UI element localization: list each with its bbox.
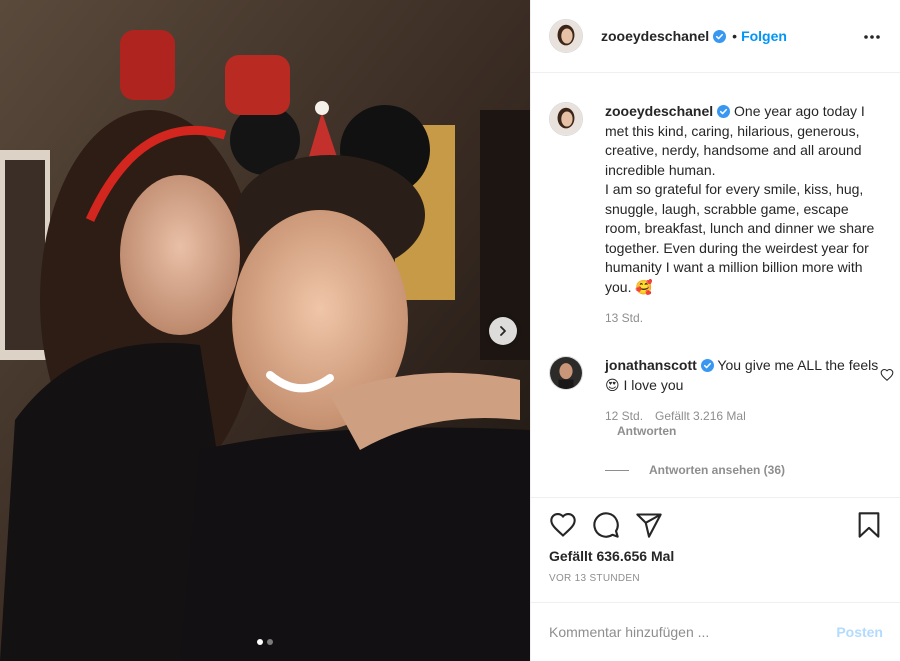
- follow-button[interactable]: Folgen: [741, 28, 787, 44]
- caption-body: zooeydeschanel One year ago today I met …: [605, 102, 879, 326]
- post-header: zooeydeschanel • Folgen: [531, 0, 900, 73]
- bookmark-icon[interactable]: [855, 511, 883, 539]
- comment-body: jonathanscott You give me ALL the feels …: [605, 356, 879, 439]
- instagram-post: zooeydeschanel • Folgen zooeydeschanel O…: [0, 0, 900, 661]
- carousel-dot: [267, 639, 273, 645]
- heart-icon[interactable]: [880, 368, 894, 382]
- more-horizontal-icon[interactable]: [862, 27, 882, 47]
- comment-author[interactable]: jonathanscott: [605, 357, 697, 373]
- avatar[interactable]: [549, 102, 583, 136]
- caption-text-continued: I am so grateful for every smile, kiss, …: [605, 181, 875, 295]
- add-comment-bar: Posten: [531, 602, 900, 661]
- heart-icon[interactable]: [549, 511, 577, 539]
- verified-badge-icon: [700, 359, 714, 372]
- avatar[interactable]: [549, 19, 583, 53]
- comment-input[interactable]: [549, 624, 837, 640]
- post-side-panel: zooeydeschanel • Folgen zooeydeschanel O…: [530, 0, 900, 661]
- caption: zooeydeschanel One year ago today I met …: [549, 102, 879, 326]
- avatar-image: [550, 103, 582, 135]
- comment-meta: 12 Std. Gefällt 3.216 Mal Antworten: [605, 409, 879, 439]
- comment-item: jonathanscott You give me ALL the feels …: [549, 356, 894, 439]
- view-replies-button[interactable]: Antworten ansehen (36): [605, 463, 785, 477]
- verified-badge-icon: [713, 29, 727, 43]
- view-replies-line: [605, 469, 629, 471]
- next-slide-button[interactable]: [489, 317, 517, 345]
- reply-button[interactable]: Antworten: [617, 424, 879, 439]
- comments-section[interactable]: zooeydeschanel One year ago today I met …: [531, 74, 900, 497]
- carousel-dots: [0, 639, 530, 645]
- comment-time[interactable]: 12 Std.: [605, 409, 643, 423]
- post-photo[interactable]: [0, 0, 530, 661]
- avatar-image: [550, 20, 582, 52]
- paper-plane-icon[interactable]: [635, 511, 663, 539]
- verified-badge-icon: [717, 105, 731, 118]
- view-replies-label: Antworten ansehen (36): [649, 463, 786, 477]
- caption-time[interactable]: 13 Std.: [605, 311, 643, 325]
- caption-author[interactable]: zooeydeschanel: [605, 103, 713, 119]
- post-comment-button[interactable]: Posten: [836, 624, 883, 640]
- header-separator: •: [732, 28, 738, 44]
- photo-scene: [0, 0, 530, 661]
- action-icons: [549, 510, 883, 540]
- chevron-right-icon: [500, 326, 506, 336]
- avatar-image: [550, 357, 582, 389]
- avatar[interactable]: [549, 356, 583, 390]
- caption-meta: 13 Std.: [605, 311, 879, 326]
- post-likes-count[interactable]: Gefällt 636.656 Mal: [549, 548, 883, 564]
- comment-likes[interactable]: Gefällt 3.216 Mal: [655, 409, 746, 423]
- post-actions: Gefällt 636.656 Mal VOR 13 STUNDEN: [531, 497, 900, 602]
- header-username[interactable]: zooeydeschanel: [601, 28, 709, 44]
- carousel-dot-active: [257, 639, 263, 645]
- post-timestamp[interactable]: VOR 13 STUNDEN: [549, 573, 883, 584]
- comment-bubble-icon[interactable]: [592, 511, 620, 539]
